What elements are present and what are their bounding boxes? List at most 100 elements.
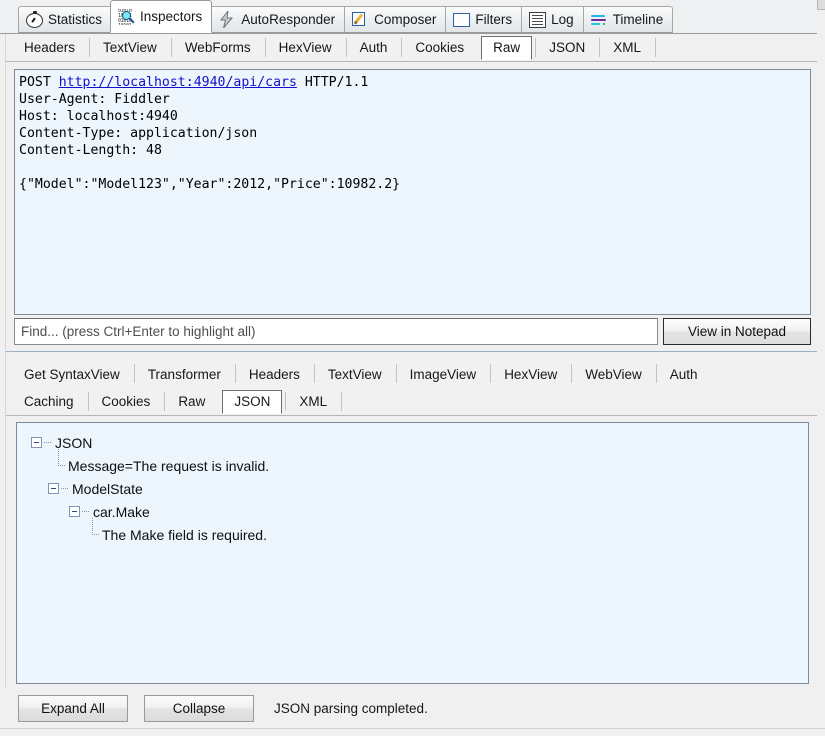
main-tab-log[interactable]: Log [521, 6, 583, 33]
main-tab-log-label: Log [551, 11, 574, 27]
request-url-link[interactable]: http://localhost:4940/api/cars [59, 75, 297, 90]
tree-connector [44, 442, 52, 443]
response-tab-get-syntaxview[interactable]: Get SyntaxView [10, 361, 134, 387]
response-tab-transformer[interactable]: Transformer [133, 361, 235, 387]
window-edge-left [0, 34, 6, 688]
collapse-button[interactable]: Collapse [144, 694, 254, 722]
timeline-dot [602, 22, 606, 25]
tree-connector [53, 449, 66, 477]
main-tab-composer[interactable]: Composer [344, 6, 446, 33]
response-tab-xml[interactable]: XML [285, 389, 341, 415]
request-tabstrip-endcap [654, 35, 669, 61]
document-lines-icon [529, 12, 547, 28]
timeline-bars-icon [590, 14, 608, 28]
response-tab-raw[interactable]: Raw [164, 389, 219, 415]
request-tabstrip: Headers TextView WebForms HexView Auth C… [0, 34, 825, 62]
response-tab-json[interactable]: JSON [222, 389, 283, 414]
request-tab-webforms-label: WebForms [184, 40, 251, 55]
response-json-pane[interactable]: JSON Message=The request is invalid. Mod… [16, 422, 809, 684]
request-find-row: View in Notepad [14, 318, 811, 345]
main-tab-statistics-label: Statistics [48, 11, 103, 27]
main-tab-inspectors[interactable]: 01010101010101010101 Inspectors [110, 0, 213, 33]
request-tab-raw-label: Raw [493, 40, 521, 55]
square-outline-icon [453, 13, 471, 27]
json-toolbar: Expand All Collapse JSON parsing complet… [0, 688, 825, 728]
main-tab-filters[interactable]: Filters [445, 6, 522, 33]
request-tab-textview[interactable]: TextView [89, 35, 171, 61]
request-raw-pane[interactable]: POST http://localhost:4940/api/cars HTTP… [14, 69, 811, 315]
request-tab-json-label: JSON [549, 40, 586, 55]
request-tab-xml[interactable]: XML [599, 35, 655, 61]
json-tree-node-root[interactable]: JSON [31, 431, 808, 454]
response-tab-caching-label: Caching [24, 394, 74, 409]
main-tab-filters-label: Filters [475, 11, 513, 27]
request-tab-auth[interactable]: Auth [345, 35, 402, 61]
collapse-toggle-icon[interactable] [69, 506, 80, 517]
response-tab-auth[interactable]: Auth [655, 361, 712, 387]
request-tab-cookies[interactable]: Cookies [401, 35, 478, 61]
json-tree-node-modelstate[interactable]: ModelState [31, 477, 808, 500]
collapse-toggle-icon[interactable] [48, 483, 59, 494]
request-tab-hexview-label: HexView [278, 40, 332, 55]
response-tab-json-label: JSON [234, 394, 271, 409]
pane-splitter[interactable] [0, 351, 825, 357]
response-tab-headers[interactable]: Headers [234, 361, 314, 387]
stopwatch-icon [26, 11, 43, 28]
response-tab-get-syntaxview-label: Get SyntaxView [24, 366, 120, 382]
response-tabstrip-endcap [341, 389, 355, 415]
window-edge-right [817, 0, 825, 736]
request-header-host: Host: localhost:4940 [19, 109, 178, 124]
response-tab-webview[interactable]: WebView [571, 361, 656, 387]
request-tab-json[interactable]: JSON [535, 35, 599, 61]
json-tree-carmake-label: car.Make [93, 503, 150, 520]
response-tab-textview[interactable]: TextView [313, 361, 396, 387]
json-tree-node-carmake[interactable]: car.Make [31, 500, 808, 523]
main-tab-autoresponder-label: AutoResponder [241, 11, 336, 27]
tree-connector [61, 488, 69, 489]
json-tree-modelstate-label: ModelState [72, 480, 143, 497]
response-tab-xml-label: XML [299, 394, 328, 409]
main-tab-composer-label: Composer [374, 11, 437, 27]
magnifier-binary-icon: 01010101010101010101 [118, 9, 135, 25]
request-tab-raw[interactable]: Raw [481, 35, 533, 60]
main-tabstrip: Statistics 01010101010101010101 Inspecto… [0, 0, 825, 34]
request-tab-xml-label: XML [613, 40, 641, 55]
view-in-notepad-button[interactable]: View in Notepad [663, 318, 811, 345]
request-raw-text: POST http://localhost:4940/api/cars HTTP… [15, 70, 810, 193]
json-tree-message-label: Message=The request is invalid. [68, 457, 270, 474]
tree-connector [82, 511, 90, 512]
timeline-bar-1 [590, 14, 605, 17]
request-tab-headers[interactable]: Headers [10, 35, 89, 61]
main-tab-timeline[interactable]: Timeline [582, 6, 674, 33]
find-input[interactable] [14, 318, 658, 345]
response-tab-caching[interactable]: Caching [10, 389, 88, 415]
response-tab-headers-label: Headers [248, 366, 300, 382]
timeline-bar-3 [590, 22, 600, 25]
response-tab-raw-label: Raw [178, 394, 206, 409]
window-corner-nub [817, 0, 825, 10]
request-header-content-length: Content-Length: 48 [19, 143, 162, 158]
expand-all-button[interactable]: Expand All [18, 694, 128, 722]
response-tab-cookies[interactable]: Cookies [87, 389, 165, 415]
request-tab-hexview[interactable]: HexView [264, 35, 346, 61]
response-tabstrip-row1: Get SyntaxView Transformer Headers TextV… [0, 360, 825, 388]
json-tree-carmake-value-label: The Make field is required. [102, 526, 267, 543]
main-tab-inspectors-label: Inspectors [140, 8, 203, 24]
response-tab-imageview[interactable]: ImageView [395, 361, 491, 387]
main-tab-autoresponder[interactable]: AutoResponder [211, 6, 345, 33]
main-tab-statistics[interactable]: Statistics [18, 6, 112, 33]
json-tree-node-carmake-value[interactable]: The Make field is required. [31, 518, 808, 546]
response-tab-imageview-label: ImageView [409, 366, 477, 382]
response-tab-transformer-label: Transformer [147, 366, 221, 382]
response-tab-hexview-label: HexView [504, 366, 558, 382]
request-tab-webforms[interactable]: WebForms [170, 35, 265, 61]
json-status-text: JSON parsing completed. [274, 700, 428, 716]
collapse-toggle-icon[interactable] [31, 437, 42, 448]
log-lines [532, 15, 544, 25]
request-header-content-type: Content-Type: application/json [19, 126, 258, 141]
request-body: {"Model":"Model123","Year":2012,"Price":… [19, 177, 401, 192]
request-method: POST [19, 75, 51, 90]
response-tab-hexview[interactable]: HexView [490, 361, 571, 387]
response-tab-auth-label: Auth [669, 366, 698, 382]
json-tree-node-message[interactable]: Message=The request is invalid. [31, 449, 808, 477]
